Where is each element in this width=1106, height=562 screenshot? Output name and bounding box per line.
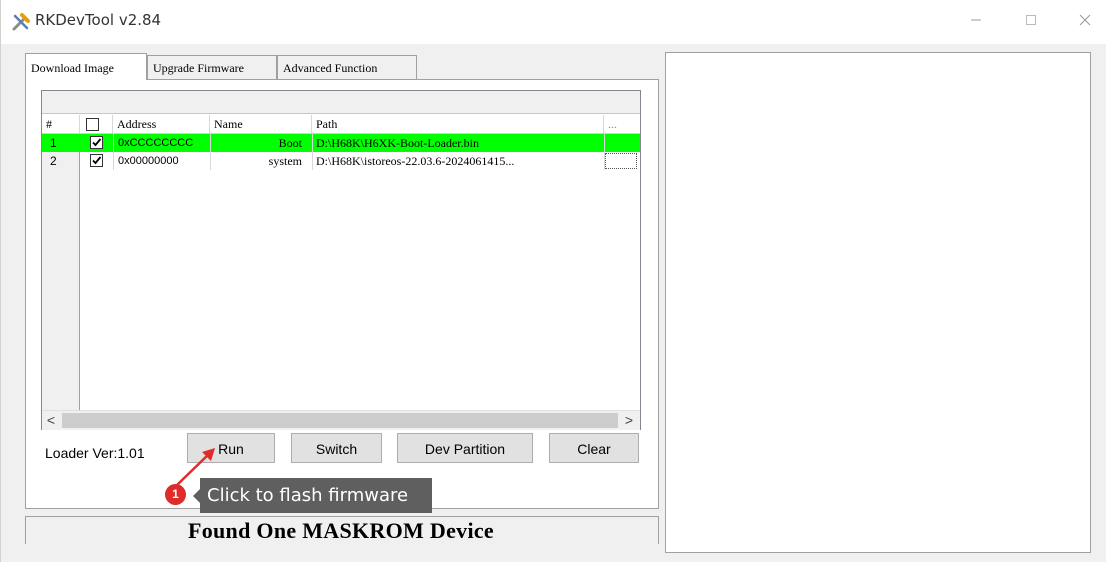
annotation-callout: Click to flash firmware [200, 478, 432, 513]
annotation-pointer [193, 489, 200, 503]
status-message: Found One MASKROM Device [187, 518, 494, 543]
tab-download-image[interactable]: Download Image [25, 53, 147, 80]
annotation-badge: 1 [165, 484, 186, 505]
log-panel[interactable] [665, 52, 1091, 553]
app-window: RKDevTool v2.84 Download Image Upgrade F… [0, 0, 1106, 562]
